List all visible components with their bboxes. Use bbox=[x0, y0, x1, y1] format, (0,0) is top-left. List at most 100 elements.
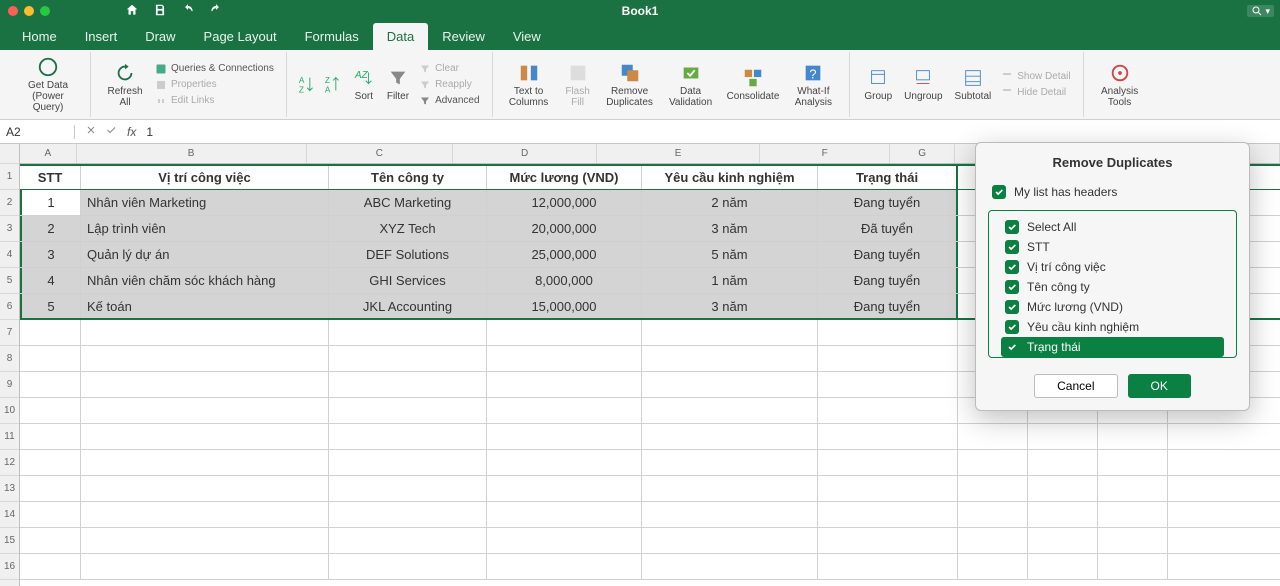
row-header[interactable]: 13 bbox=[0, 476, 19, 502]
row-header[interactable]: 15 bbox=[0, 528, 19, 554]
cell[interactable] bbox=[1098, 554, 1168, 579]
cell[interactable] bbox=[487, 528, 642, 553]
advanced-button[interactable]: Advanced bbox=[415, 94, 483, 108]
cell[interactable] bbox=[1028, 450, 1098, 475]
cell[interactable] bbox=[958, 554, 1028, 579]
redo-icon[interactable] bbox=[209, 3, 223, 20]
cell[interactable]: 3 năm bbox=[642, 216, 818, 241]
cell[interactable]: Nhân viên chăm sóc khách hàng bbox=[81, 268, 329, 293]
cell[interactable] bbox=[81, 528, 329, 553]
cell[interactable] bbox=[642, 528, 818, 553]
cell[interactable] bbox=[81, 554, 329, 579]
cell[interactable] bbox=[642, 320, 818, 345]
properties-button[interactable]: Properties bbox=[151, 78, 278, 92]
cell[interactable] bbox=[329, 554, 487, 579]
cell[interactable]: 2 năm bbox=[642, 190, 818, 215]
cell[interactable] bbox=[958, 476, 1028, 501]
cell[interactable]: ABC Marketing bbox=[329, 190, 487, 215]
tab-insert[interactable]: Insert bbox=[71, 23, 132, 50]
sort-za-button[interactable]: ZA bbox=[321, 74, 347, 96]
cell[interactable]: 2 bbox=[20, 216, 81, 241]
cell[interactable] bbox=[81, 346, 329, 371]
cell[interactable] bbox=[81, 502, 329, 527]
what-if-button[interactable]: ? What-If Analysis bbox=[785, 60, 841, 110]
cell[interactable] bbox=[1028, 528, 1098, 553]
cell[interactable] bbox=[487, 476, 642, 501]
cell[interactable] bbox=[20, 424, 81, 449]
cell[interactable]: Đang tuyển bbox=[818, 190, 958, 215]
tab-home[interactable]: Home bbox=[8, 23, 71, 50]
name-box[interactable]: A2 bbox=[0, 125, 75, 139]
select-all-corner[interactable] bbox=[0, 144, 19, 164]
sort-az-button[interactable]: AZ bbox=[295, 74, 321, 96]
cell[interactable] bbox=[1028, 502, 1098, 527]
cell[interactable] bbox=[329, 372, 487, 397]
cell[interactable] bbox=[1098, 476, 1168, 501]
undo-icon[interactable] bbox=[181, 3, 195, 20]
cell[interactable] bbox=[487, 424, 642, 449]
cell[interactable] bbox=[818, 528, 958, 553]
data-validation-button[interactable]: Data Validation bbox=[661, 60, 721, 110]
cell[interactable] bbox=[958, 502, 1028, 527]
cell[interactable] bbox=[487, 372, 642, 397]
cell[interactable] bbox=[329, 424, 487, 449]
cell[interactable] bbox=[1098, 502, 1168, 527]
cell[interactable] bbox=[329, 528, 487, 553]
cell[interactable]: Vị trí công việc bbox=[81, 166, 329, 189]
show-detail-button[interactable]: Show Detail bbox=[997, 70, 1074, 84]
row-header[interactable]: 12 bbox=[0, 450, 19, 476]
cell[interactable] bbox=[642, 554, 818, 579]
cell[interactable]: Đang tuyển bbox=[818, 242, 958, 267]
formula-input[interactable]: 1 bbox=[140, 125, 1280, 139]
cell[interactable] bbox=[642, 346, 818, 371]
queries-button[interactable]: Queries & Connections bbox=[151, 62, 278, 76]
cell[interactable] bbox=[329, 320, 487, 345]
cell[interactable]: Đang tuyển bbox=[818, 294, 958, 318]
refresh-all-button[interactable]: Refresh All bbox=[99, 60, 151, 110]
cell[interactable] bbox=[1028, 554, 1098, 579]
cell[interactable] bbox=[1098, 424, 1168, 449]
cell[interactable]: 4 bbox=[20, 268, 81, 293]
cell[interactable]: 8,000,000 bbox=[487, 268, 642, 293]
cell[interactable] bbox=[20, 528, 81, 553]
filter-button[interactable]: Filter bbox=[381, 65, 415, 104]
cell[interactable] bbox=[1028, 476, 1098, 501]
cell[interactable] bbox=[487, 346, 642, 371]
cell[interactable]: Quản lý dự án bbox=[81, 242, 329, 267]
subtotal-button[interactable]: Subtotal bbox=[949, 65, 998, 104]
cell[interactable]: Đang tuyển bbox=[818, 268, 958, 293]
col-header[interactable]: C bbox=[307, 144, 454, 163]
cell[interactable] bbox=[81, 372, 329, 397]
cell[interactable] bbox=[20, 502, 81, 527]
cancel-button[interactable]: Cancel bbox=[1034, 374, 1117, 398]
row-header[interactable]: 14 bbox=[0, 502, 19, 528]
cell[interactable] bbox=[818, 502, 958, 527]
cell[interactable]: Mức lương (VND) bbox=[487, 166, 642, 189]
cell[interactable]: 1 năm bbox=[642, 268, 818, 293]
cell[interactable] bbox=[958, 528, 1028, 553]
cell[interactable] bbox=[818, 372, 958, 397]
save-icon[interactable] bbox=[153, 3, 167, 20]
row-header[interactable]: 6 bbox=[0, 294, 19, 320]
cell[interactable]: 15,000,000 bbox=[487, 294, 642, 318]
cell[interactable]: JKL Accounting bbox=[329, 294, 487, 318]
cell[interactable] bbox=[818, 424, 958, 449]
flash-fill-button[interactable]: Flash Fill bbox=[557, 60, 599, 110]
cell[interactable] bbox=[642, 476, 818, 501]
search-box[interactable]: ▾ bbox=[1247, 5, 1274, 17]
row-header[interactable]: 7 bbox=[0, 320, 19, 346]
remove-duplicates-button[interactable]: Remove Duplicates bbox=[599, 60, 661, 110]
col-header[interactable]: B bbox=[77, 144, 307, 163]
group-button[interactable]: Group bbox=[858, 65, 898, 104]
cell[interactable] bbox=[818, 554, 958, 579]
maximize-window-icon[interactable] bbox=[40, 6, 50, 16]
cell[interactable]: Đã tuyển bbox=[818, 216, 958, 241]
cell[interactable] bbox=[20, 372, 81, 397]
cell[interactable] bbox=[487, 554, 642, 579]
tab-draw[interactable]: Draw bbox=[131, 23, 189, 50]
tab-data[interactable]: Data bbox=[373, 23, 428, 50]
col-header[interactable]: E bbox=[597, 144, 760, 163]
cell[interactable]: GHI Services bbox=[329, 268, 487, 293]
cell[interactable]: 1 bbox=[20, 190, 81, 215]
cell[interactable] bbox=[20, 320, 81, 345]
